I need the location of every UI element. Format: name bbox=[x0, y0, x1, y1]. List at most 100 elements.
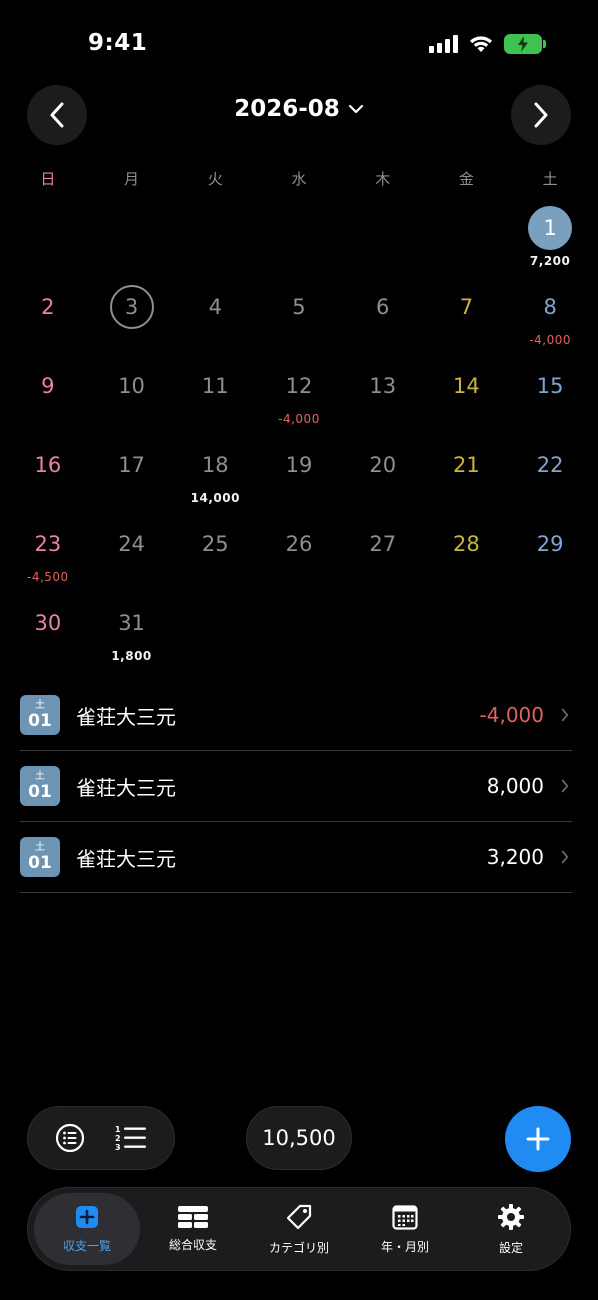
calendar-day[interactable]: 1 7,200 bbox=[508, 196, 592, 275]
transaction-name: 雀荘大三元 bbox=[76, 704, 176, 729]
calendar-day[interactable]: 7 bbox=[425, 275, 509, 354]
calendar-day[interactable]: 24 bbox=[90, 512, 174, 591]
date-badge-day: 01 bbox=[28, 710, 52, 731]
calendar-day[interactable]: 6 bbox=[341, 275, 425, 354]
transaction-amount: 8,000 bbox=[486, 774, 544, 798]
calendar-day-number: 13 bbox=[369, 374, 397, 398]
calendar-day-number: 5 bbox=[292, 295, 306, 319]
calendar-day-number: 1 bbox=[528, 206, 573, 250]
calendar-day[interactable]: 21 bbox=[425, 433, 509, 512]
tab-label: カテゴリ別 bbox=[268, 1240, 329, 1255]
calendar-day-number: 3 bbox=[109, 285, 154, 329]
calendar-day-number: 28 bbox=[453, 532, 480, 556]
plus-icon bbox=[526, 1127, 550, 1151]
calendar-day[interactable]: 10 bbox=[90, 354, 174, 433]
weekday-sun: 日 bbox=[40, 170, 56, 188]
chevron-right-icon bbox=[534, 102, 548, 128]
calendar-day[interactable]: 29 bbox=[508, 512, 592, 591]
calendar-day-number: 16 bbox=[34, 453, 62, 477]
calendar-day-amount: 14,000 bbox=[190, 491, 240, 505]
status-icons bbox=[429, 34, 546, 54]
calendar-day[interactable]: 4 bbox=[173, 275, 257, 354]
calendar-day[interactable]: 31 1,800 bbox=[90, 591, 174, 670]
calendar-day-number: 8 bbox=[543, 295, 557, 319]
calendar-day-number: 26 bbox=[285, 532, 313, 556]
transaction-row[interactable]: 土 01 雀荘大三元 8,000 bbox=[20, 751, 572, 822]
transaction-amount: 3,200 bbox=[486, 845, 544, 869]
add-entry-button[interactable] bbox=[505, 1106, 571, 1172]
calendar-day-number: 14 bbox=[453, 374, 480, 398]
svg-text:3: 3 bbox=[115, 1143, 121, 1152]
calendar-day[interactable]: 27 bbox=[341, 512, 425, 591]
calendar-day[interactable]: 30 bbox=[6, 591, 90, 670]
calendar-day[interactable]: 19 bbox=[257, 433, 341, 512]
calendar-day[interactable]: 25 bbox=[173, 512, 257, 591]
calendar-day[interactable]: 12 -4,000 bbox=[257, 354, 341, 433]
tab-label: 年・月別 bbox=[380, 1239, 429, 1254]
date-badge: 土 01 bbox=[20, 695, 60, 735]
calendar-day[interactable]: 18 14,000 bbox=[173, 433, 257, 512]
calendar-day[interactable]: 2 bbox=[6, 275, 90, 354]
calendar-day[interactable]: 22 bbox=[508, 433, 592, 512]
tab-by-year-month[interactable]: 年・月別 bbox=[352, 1193, 458, 1265]
tab-by-category[interactable]: カテゴリ別 bbox=[246, 1193, 352, 1265]
view-toggle: 1 2 3 bbox=[27, 1106, 175, 1170]
weekday-header: 日 月 火 水 木 金 土 bbox=[6, 168, 592, 189]
weekday-sat: 土 bbox=[542, 170, 558, 188]
calendar-day[interactable]: 15 bbox=[508, 354, 592, 433]
plus-square-icon bbox=[76, 1205, 98, 1228]
calendar-day[interactable]: 26 bbox=[257, 512, 341, 591]
gear-icon bbox=[498, 1203, 524, 1230]
transaction-amount: -4,000 bbox=[479, 703, 544, 727]
calendar-day[interactable]: 5 bbox=[257, 275, 341, 354]
date-badge: 土 01 bbox=[20, 837, 60, 877]
calendar-day[interactable]: 23 -4,500 bbox=[6, 512, 90, 591]
calendar-day[interactable]: 3 bbox=[90, 275, 174, 354]
tab-label: 設定 bbox=[498, 1240, 523, 1255]
chevron-down-icon bbox=[348, 104, 363, 114]
chevron-right-icon bbox=[561, 708, 569, 722]
calendar-day-number: 22 bbox=[536, 453, 564, 477]
calendar-day[interactable]: 13 bbox=[341, 354, 425, 433]
calendar-day-number: 6 bbox=[376, 295, 390, 319]
weekday-thu: 木 bbox=[375, 170, 391, 188]
calendar-day-amount: -4,500 bbox=[27, 570, 69, 584]
calendar-day-number: 23 bbox=[34, 532, 62, 556]
svg-text:1: 1 bbox=[115, 1125, 121, 1134]
tab-income-expense-list[interactable]: 収支一覧 bbox=[34, 1193, 140, 1265]
calendar-day-number: 12 bbox=[285, 374, 313, 398]
tab-overall-balance[interactable]: 総合収支 bbox=[140, 1193, 246, 1265]
month-selector[interactable]: 2026-08 bbox=[0, 96, 598, 122]
calendar-day[interactable]: 9 bbox=[6, 354, 90, 433]
calendar-day-amount: 7,200 bbox=[529, 254, 571, 268]
calendar-day-number: 25 bbox=[201, 532, 229, 556]
transaction-row[interactable]: 土 01 雀荘大三元 3,200 bbox=[20, 822, 572, 893]
weekday-mon: 月 bbox=[124, 170, 140, 188]
calendar-day[interactable]: 28 bbox=[425, 512, 509, 591]
wifi-icon bbox=[470, 36, 492, 52]
total-balance[interactable]: 10,500 bbox=[246, 1106, 352, 1170]
battery-charging-icon bbox=[504, 34, 546, 54]
list-circle-icon[interactable] bbox=[55, 1123, 85, 1153]
tab-settings[interactable]: 設定 bbox=[458, 1193, 564, 1265]
transaction-name: 雀荘大三元 bbox=[76, 846, 176, 871]
cellular-signal-icon bbox=[429, 35, 458, 53]
calendar-day[interactable]: 14 bbox=[425, 354, 509, 433]
date-badge-day: 01 bbox=[28, 781, 52, 802]
calendar-day[interactable]: 17 bbox=[90, 433, 174, 512]
calendar-day-number: 11 bbox=[201, 374, 229, 398]
weekday-fri: 金 bbox=[458, 170, 474, 188]
calendar-day[interactable]: 11 bbox=[173, 354, 257, 433]
next-month-button[interactable] bbox=[511, 85, 571, 145]
calendar-day-number: 30 bbox=[34, 611, 62, 635]
calendar-icon bbox=[392, 1204, 418, 1230]
calendar-day[interactable]: 8 -4,000 bbox=[508, 275, 592, 354]
numbered-list-icon[interactable]: 1 2 3 bbox=[115, 1124, 147, 1152]
calendar-day[interactable]: 16 bbox=[6, 433, 90, 512]
transaction-row[interactable]: 土 01 雀荘大三元 -4,000 bbox=[20, 680, 572, 751]
status-bar: 9:41 bbox=[0, 0, 598, 90]
calendar-day[interactable]: 20 bbox=[341, 433, 425, 512]
calendar-day-amount: 1,800 bbox=[111, 649, 152, 663]
transaction-name: 雀荘大三元 bbox=[76, 775, 176, 800]
calendar-day-number: 24 bbox=[118, 532, 145, 556]
